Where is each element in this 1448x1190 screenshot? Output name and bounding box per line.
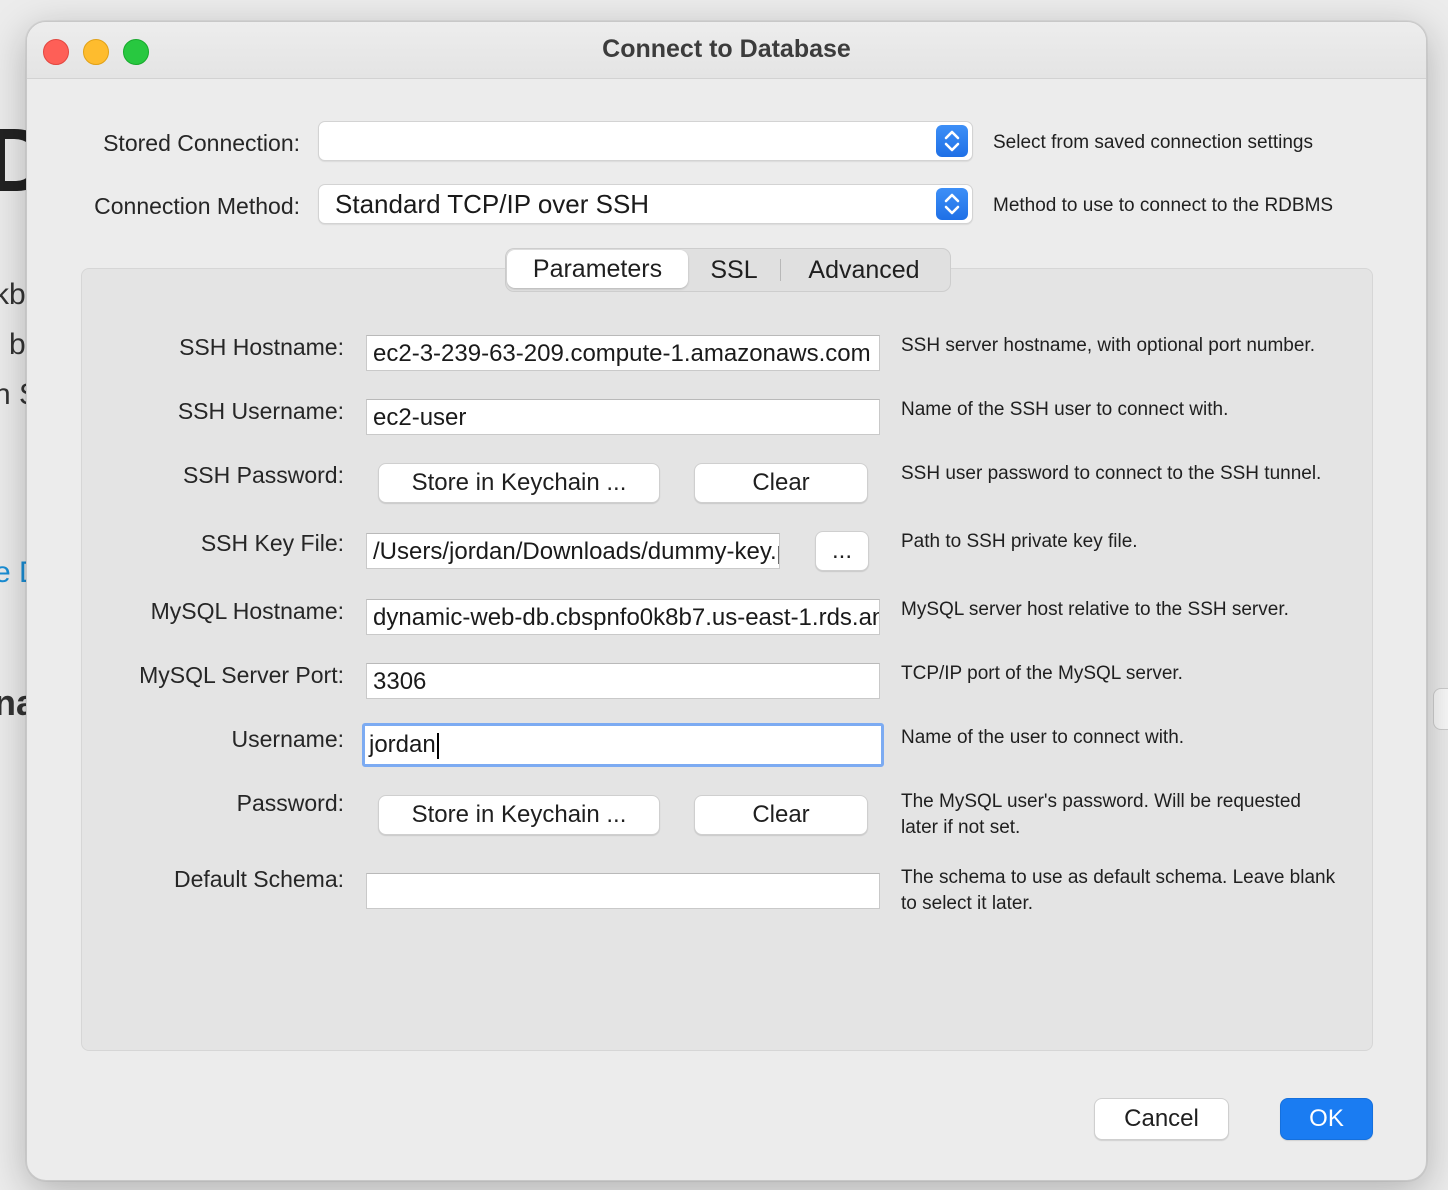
window-title: Connect to Database bbox=[602, 35, 851, 63]
ssh-password-clear-button[interactable]: Clear bbox=[694, 463, 868, 503]
ssh-hostname-input[interactable]: ec2-3-239-63-209.compute-1.amazonaws.com bbox=[366, 335, 880, 371]
connection-method-stepper-icon[interactable] bbox=[936, 188, 968, 220]
tab-bar: Parameters SSL Advanced bbox=[505, 248, 951, 292]
connect-dialog: Connect to Database Stored Connection: S… bbox=[26, 21, 1427, 1181]
password-hint-line-1: The MySQL user's password. Will be reque… bbox=[901, 791, 1301, 812]
title-bar: Connect to Database bbox=[27, 22, 1426, 79]
ssh-key-file-input[interactable]: /Users/jordan/Downloads/dummy-key.pem bbox=[366, 533, 780, 569]
connection-method-value: Standard TCP/IP over SSH bbox=[335, 189, 650, 219]
ssh-password-label: SSH Password: bbox=[182, 462, 344, 488]
password-clear-button[interactable]: Clear bbox=[694, 795, 868, 835]
ssh-hostname-hint: SSH server hostname, with optional port … bbox=[901, 335, 1315, 356]
background-text-fragment: kb bbox=[0, 278, 26, 311]
ok-button[interactable]: OK bbox=[1280, 1098, 1373, 1140]
tab-ssl[interactable]: SSL bbox=[692, 249, 776, 291]
username-label: Username: bbox=[231, 726, 344, 752]
connection-method-hint: Method to use to connect to the RDBMS bbox=[993, 195, 1334, 216]
tab-separator bbox=[780, 259, 781, 281]
background-text-fragment: l b bbox=[0, 328, 26, 361]
default-schema-hint-line-1: The schema to use as default schema. Lea… bbox=[901, 867, 1336, 888]
ssh-key-file-hint: Path to SSH private key file. bbox=[901, 531, 1138, 552]
mysql-port-label: MySQL Server Port: bbox=[139, 662, 344, 688]
stored-connection-select[interactable] bbox=[318, 121, 973, 161]
ssh-password-hint: SSH user password to connect to the SSH … bbox=[901, 463, 1322, 484]
password-hint-line-2: later if not set. bbox=[901, 817, 1021, 838]
cancel-button[interactable]: Cancel bbox=[1094, 1098, 1229, 1140]
password-label: Password: bbox=[236, 790, 344, 816]
parameters-panel bbox=[81, 268, 1373, 1051]
ssh-username-input[interactable]: ec2-user bbox=[366, 399, 880, 435]
username-input[interactable]: jordan bbox=[362, 723, 884, 767]
ssh-key-file-label: SSH Key File: bbox=[200, 530, 344, 556]
ssh-username-label: SSH Username: bbox=[177, 398, 344, 424]
mysql-hostname-label: MySQL Hostname: bbox=[150, 598, 344, 624]
ssh-hostname-label: SSH Hostname: bbox=[179, 334, 344, 360]
default-schema-input[interactable] bbox=[366, 873, 880, 909]
default-schema-hint-line-2: to select it later. bbox=[901, 893, 1034, 914]
mysql-hostname-input[interactable]: dynamic-web-db.cbspnfo0k8b7.us-east-1.rd… bbox=[366, 599, 880, 635]
text-caret bbox=[436, 732, 439, 759]
background-control-edge bbox=[1433, 688, 1448, 730]
ssh-password-store-button[interactable]: Store in Keychain ... bbox=[378, 463, 660, 503]
mysql-port-input[interactable]: 3306 bbox=[366, 663, 880, 699]
username-value: jordan bbox=[369, 731, 436, 758]
password-store-button[interactable]: Store in Keychain ... bbox=[378, 795, 660, 835]
ssh-username-hint: Name of the SSH user to connect with. bbox=[901, 399, 1229, 420]
stored-connection-hint: Select from saved connection settings bbox=[993, 132, 1314, 153]
connection-method-select[interactable]: Standard TCP/IP over SSH bbox=[318, 184, 973, 224]
tab-parameters[interactable]: Parameters bbox=[507, 250, 688, 288]
mysql-hostname-hint: MySQL server host relative to the SSH se… bbox=[901, 599, 1289, 620]
default-schema-label: Default Schema: bbox=[173, 866, 344, 892]
tab-advanced[interactable]: Advanced bbox=[784, 249, 944, 291]
username-hint: Name of the user to connect with. bbox=[901, 727, 1185, 748]
mysql-port-hint: TCP/IP port of the MySQL server. bbox=[901, 663, 1183, 684]
stored-connection-label: Stored Connection: bbox=[103, 130, 300, 156]
connection-method-label: Connection Method: bbox=[94, 193, 300, 219]
ssh-key-file-browse-button[interactable]: ... bbox=[815, 531, 869, 571]
stored-connection-stepper-icon[interactable] bbox=[936, 125, 968, 157]
